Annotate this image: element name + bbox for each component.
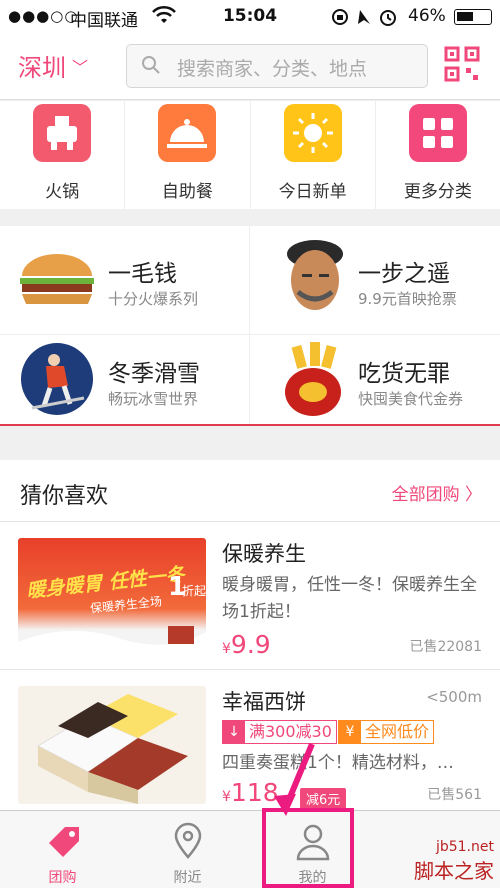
search-input[interactable]: 搜索商家、分类、地点 (126, 44, 428, 88)
category-buffet[interactable]: 自助餐 (125, 101, 251, 209)
deal-image-subtext: 保暖养生全场 (89, 594, 163, 616)
divider (0, 334, 500, 335)
search-icon (142, 56, 160, 74)
hotpot-icon (33, 104, 92, 162)
promo-title: 吃货无罪 (358, 361, 450, 387)
price-symbol: ¥ (222, 789, 231, 805)
watermark: jb51.net 脚本之家 (414, 839, 494, 884)
promo-subtitle: 快囤美食代金券 (358, 390, 464, 408)
coupon-bag-icon (285, 342, 341, 416)
grid-icon (408, 104, 467, 162)
deal-item[interactable]: 幸福西饼 <500m ↓ 满300减30 ¥ 全网低价 四重奏蛋糕1个！精选材料，…… (0, 670, 500, 818)
price-value: 9.9 (230, 630, 271, 659)
tab-label: 附近 (173, 870, 202, 886)
burger-icon (20, 254, 94, 304)
top-header: 深圳 ﹀ 搜索商家、分类、地点 (0, 34, 500, 100)
down-arrow-icon: ↓ (223, 721, 245, 743)
yuan-icon: ¥ (339, 721, 361, 743)
category-label: 更多分类 (403, 182, 472, 202)
divider (249, 226, 250, 424)
category-label: 今日新单 (278, 182, 347, 202)
city-selector[interactable]: 深圳 ﹀ (18, 48, 88, 83)
deal-sold: 已售561 (427, 787, 482, 803)
section-title: 猜你喜欢 (20, 484, 109, 509)
promo-subtitle: 9.9元首映抢票 (358, 290, 457, 308)
promo-title: 一毛钱 (108, 261, 177, 287)
tab-groupbuy[interactable]: 团购 (0, 811, 125, 888)
sun-icon (283, 104, 342, 162)
qr-scan-icon[interactable] (444, 46, 480, 82)
recommend-header: 猜你喜欢 全部团购 〉 (0, 460, 500, 522)
deal-sold: 已售22081 (409, 639, 482, 655)
promo-grid: 一毛钱 十分火爆系列 一步之遥 9.9元首映抢票 冬季滑雪 畅玩冰雪世界 吃货无… (0, 226, 500, 426)
watermark-name: 脚本之家 (414, 859, 494, 883)
deal-name: 保暖养生 (222, 542, 306, 566)
status-bar: ●●●○○ 中国联通 15:04 46% (0, 0, 500, 34)
chevron-down-icon: ﹀ (72, 58, 89, 77)
deal-image (18, 686, 206, 804)
promo-one-mao[interactable]: 一毛钱 十分火爆系列 (0, 226, 250, 326)
annotation-arrow-icon (274, 742, 315, 816)
deal-description: 四重奏蛋糕1个！精选材料，… (222, 753, 454, 773)
deal-image: 暖身暖胃 任性一冬 保暖养生全场 1 折起 (18, 538, 206, 656)
all-deals-label: 全部团购 (391, 485, 460, 505)
tab-nearby[interactable]: 附近 (125, 811, 250, 888)
promo-tag-lowest-price: ¥ 全网低价 (338, 720, 435, 744)
category-new-today[interactable]: 今日新单 (251, 101, 376, 209)
deal-name: 幸福西饼 (222, 690, 306, 714)
city-name: 深圳 (18, 54, 66, 82)
category-label: 自助餐 (161, 182, 213, 202)
promo-title: 冬季滑雪 (108, 361, 200, 387)
search-placeholder: 搜索商家、分类、地点 (177, 58, 368, 80)
deal-price: ¥9.9 (222, 630, 271, 659)
promo-title: 一步之遥 (358, 261, 450, 287)
price-symbol: ¥ (222, 641, 231, 657)
promo-coupon[interactable]: 吃货无罪 快囤美食代金券 (250, 326, 500, 426)
highlight-box (262, 808, 354, 888)
all-deals-link[interactable]: 全部团购 〉 (392, 480, 482, 505)
location-pin-icon (174, 822, 201, 859)
cake-icon (36, 694, 188, 804)
tag-icon (48, 827, 79, 857)
tag-label: 满300减30 (249, 722, 332, 741)
category-more[interactable]: 更多分类 (376, 101, 500, 209)
buffet-icon (158, 104, 217, 162)
category-hotpot[interactable]: 火锅 (0, 101, 126, 209)
deal-description: 暖身暖胃，任性一冬！保暖养生全场1折起！ (222, 575, 477, 622)
category-label: 火锅 (45, 182, 80, 202)
battery-icon (454, 9, 492, 25)
deal-image-text: 暖身暖胃 任性一冬 (25, 563, 186, 603)
status-icons (330, 6, 400, 33)
watermark-url: jb51.net (435, 839, 494, 855)
promo-subtitle: 畅玩冰雪世界 (108, 390, 199, 408)
deal-item[interactable]: 暖身暖胃 任性一冬 保暖养生全场 1 折起 保暖养生 暖身暖胃，任性一冬！保暖养… (0, 522, 500, 670)
deal-distance: <500m (426, 688, 482, 706)
deal-image-badge-unit: 折起 (182, 584, 206, 598)
snow-scene-icon (18, 626, 206, 656)
category-row: 火锅 自助餐 今日新单 更多分类 (0, 101, 500, 209)
promo-ski[interactable]: 冬季滑雪 畅玩冰雪世界 (0, 326, 250, 426)
chevron-right-icon: 〉 (465, 485, 482, 505)
tag-label: 全网低价 (365, 722, 430, 741)
ski-icon (21, 343, 93, 415)
tab-label: 团购 (48, 870, 77, 886)
battery-percent: 46% (408, 6, 446, 26)
promo-movie[interactable]: 一步之遥 9.9元首映抢票 (250, 226, 500, 326)
promo-subtitle: 十分火爆系列 (108, 290, 199, 308)
movie-star-icon (287, 240, 343, 310)
